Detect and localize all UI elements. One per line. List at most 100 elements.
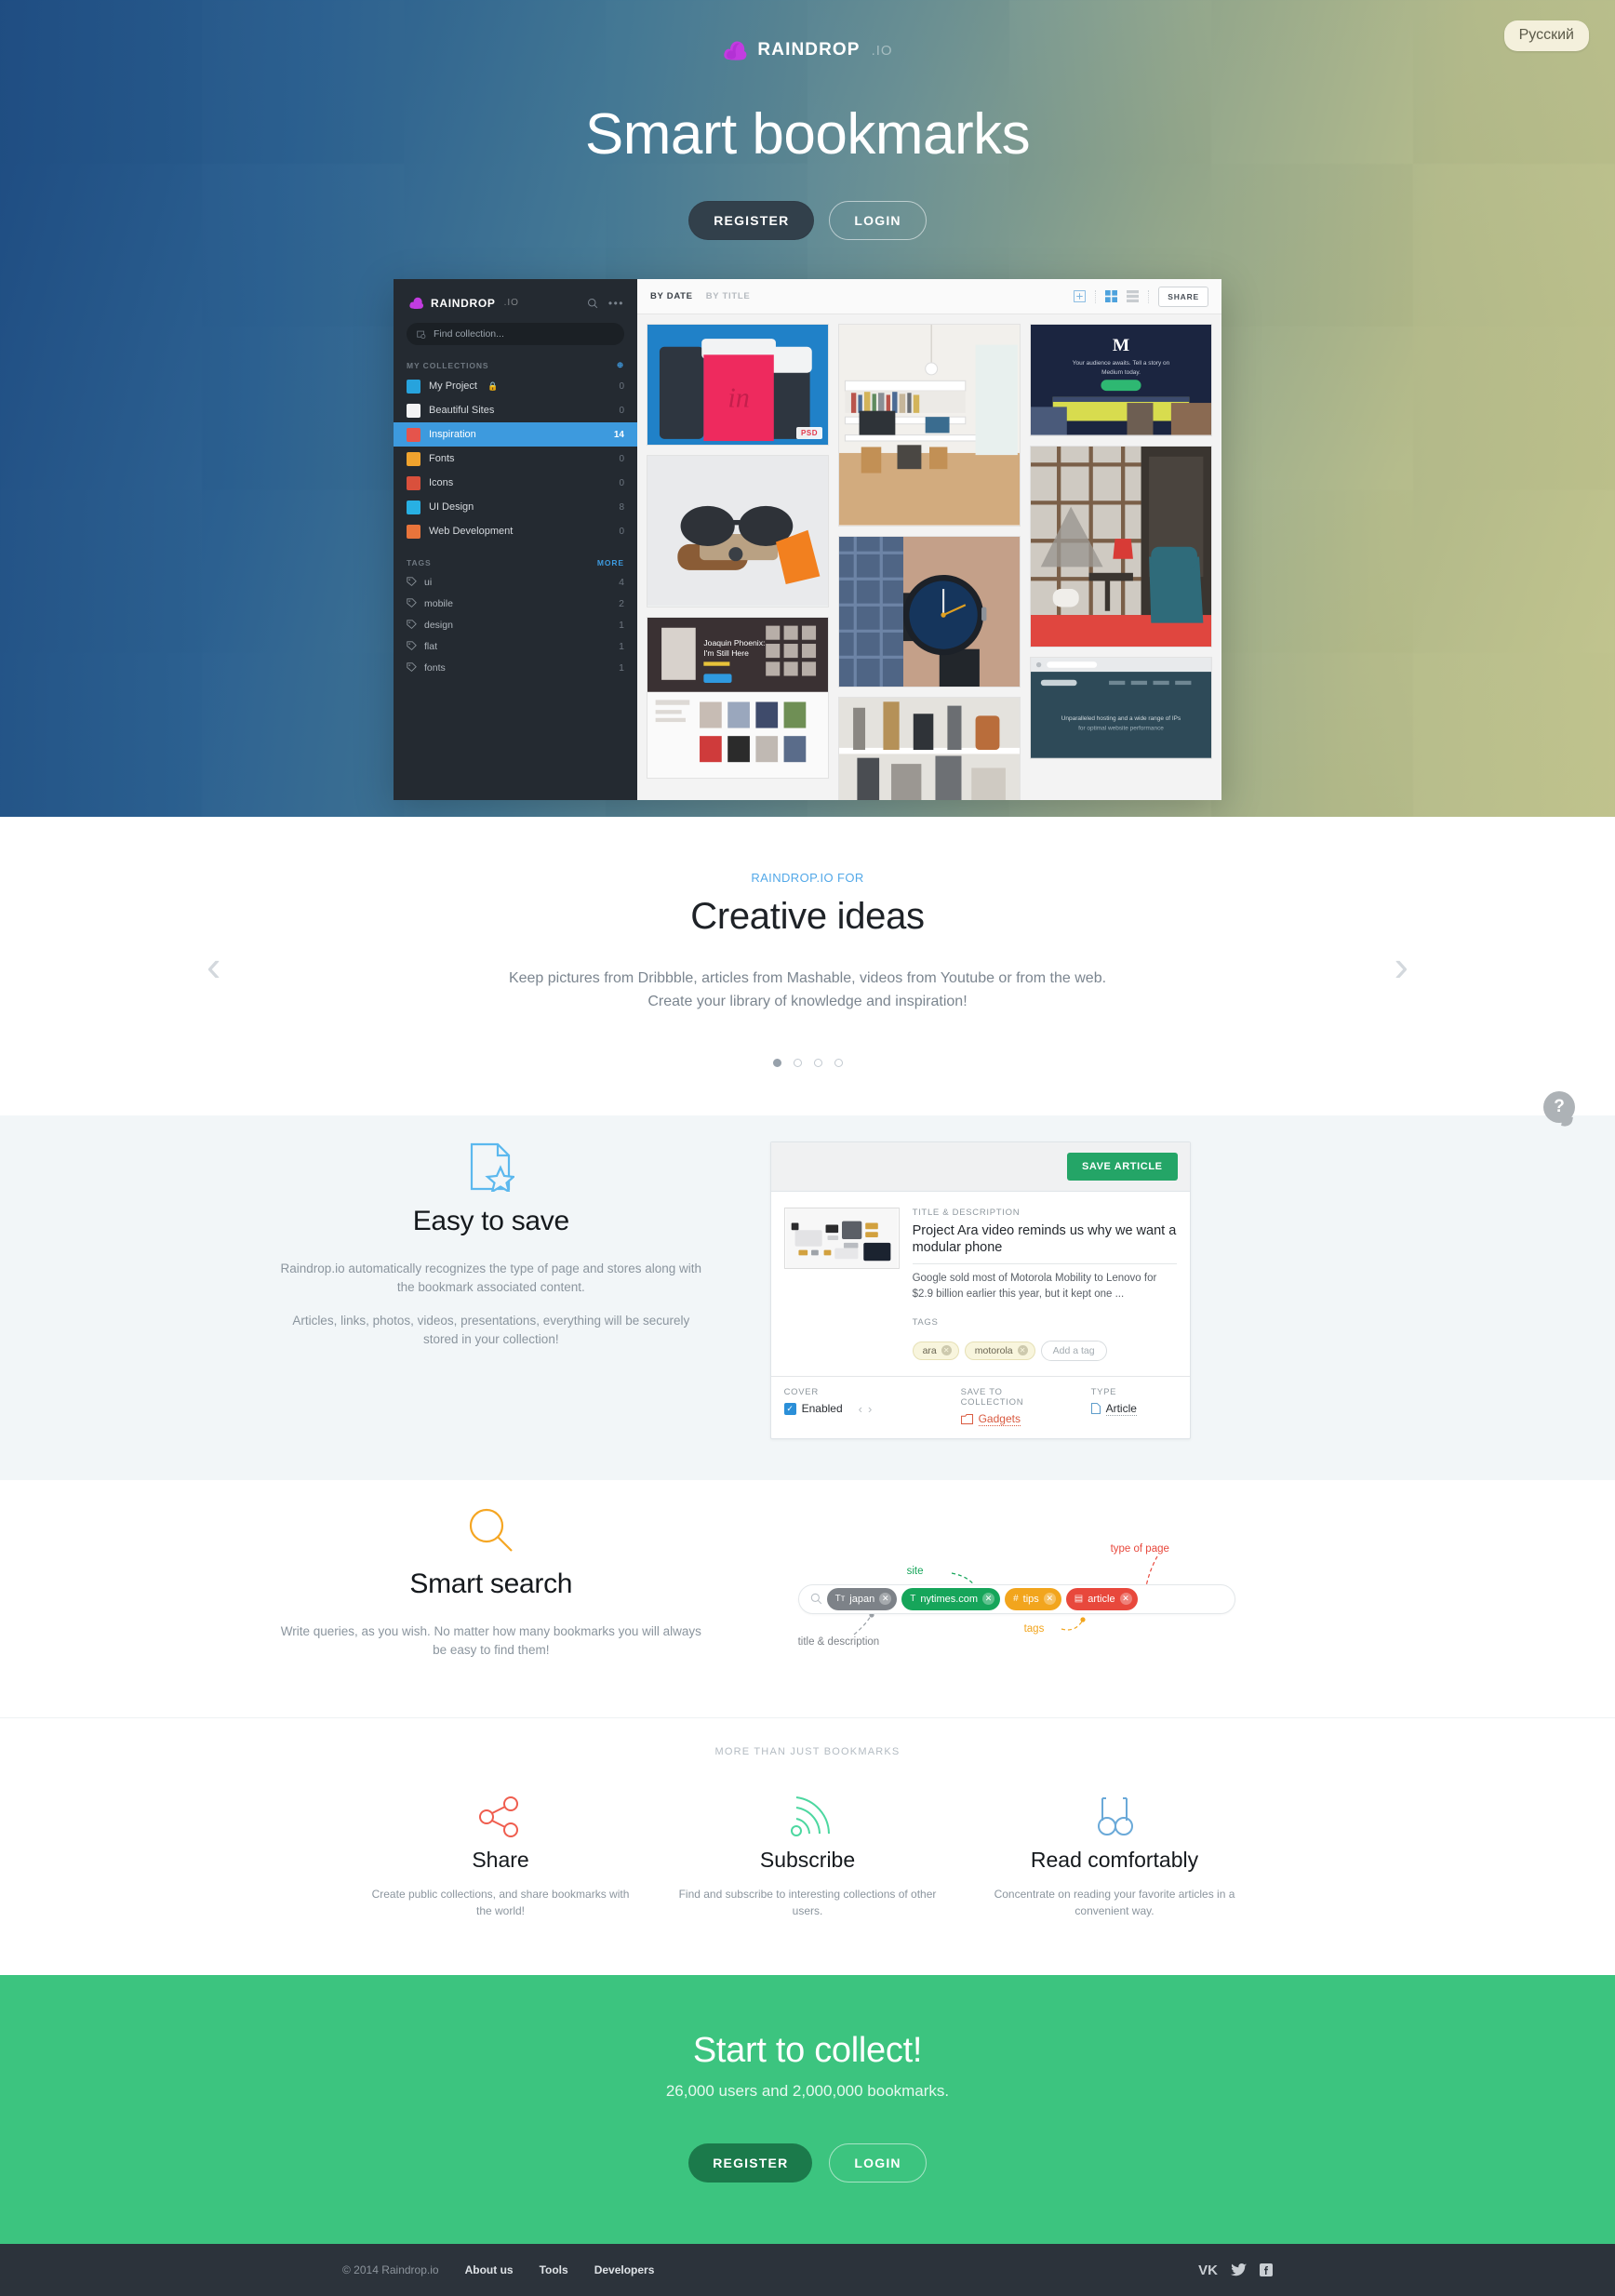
bookmark-card[interactable] [647, 455, 829, 607]
collection-item[interactable]: Beautiful Sites 0 [394, 398, 637, 422]
add-tag-input[interactable]: Add a tag [1040, 1340, 1107, 1361]
collection-item[interactable]: Fonts 0 [394, 447, 637, 471]
carousel-eyebrow: RAINDROP.IO FOR [751, 871, 864, 885]
search-pill[interactable]: Tnytimes.com ✕ [901, 1587, 1001, 1610]
site-footer: © 2014 Raindrop.io About us Tools Develo… [0, 2244, 1615, 2296]
toolbar-divider-1 [1095, 289, 1097, 303]
bookmark-card[interactable]: M Your audience awaits. Tell a story on … [1030, 324, 1212, 436]
carousel-dot[interactable] [793, 1058, 802, 1067]
language-switch-button[interactable]: Русский [1503, 20, 1589, 51]
bookmark-card[interactable]: Joaquin Phoenix: I'm Still Here [647, 616, 829, 780]
carousel-dot[interactable] [813, 1058, 822, 1067]
save-panel-thumbnail [783, 1207, 900, 1269]
hero-login-button[interactable]: LOGIN [829, 201, 927, 240]
bookmark-card[interactable] [838, 324, 1021, 527]
search-input-bar[interactable]: Tт japan ✕ Tnytimes.com ✕ # tips ✕ ▤ article ✕ [797, 1583, 1235, 1614]
bookmark-card[interactable] [1030, 445, 1212, 648]
footer-link-about-us[interactable]: About us [465, 2263, 514, 2276]
collection-item[interactable]: Icons 0 [394, 471, 637, 495]
carousel-dot[interactable] [772, 1058, 781, 1067]
collection-icon [407, 427, 420, 442]
save-panel-tag-label: motorola [974, 1344, 1013, 1356]
bookmark-card[interactable] [838, 535, 1021, 688]
svg-text:I'm Still Here: I'm Still Here [703, 648, 749, 658]
remove-pill-icon[interactable]: ✕ [982, 1593, 995, 1606]
remove-tag-icon[interactable]: ✕ [941, 1345, 952, 1356]
sort-by-title-button[interactable]: BY TITLE [706, 291, 751, 301]
app-toolbar: BY DATE BY TITLE SHARE [637, 279, 1221, 314]
hero-register-button[interactable]: REGISTER [688, 201, 815, 240]
search-pill-label: article [1088, 1593, 1115, 1605]
article-description[interactable]: Google sold most of Motorola Mobility to… [913, 1264, 1177, 1302]
help-icon[interactable]: ? [1543, 1091, 1575, 1123]
article-title[interactable]: Project Ara video reminds us why we want… [912, 1222, 1177, 1265]
tags-list: ui 4 mobile 2 design 1 flat 1 fonts 1 [394, 571, 637, 678]
cta-login-button[interactable]: LOGIN [829, 2143, 927, 2183]
collection-item[interactable]: My Project 🔒 0 [394, 374, 637, 398]
sort-by-date-button[interactable]: BY DATE [650, 291, 693, 301]
save-panel-tag[interactable]: ara ✕ [912, 1341, 959, 1360]
app-sidebar: RAINDROP .IO ••• Find collection... MY C… [394, 279, 637, 800]
bookmark-card[interactable]: in PSD [647, 324, 829, 447]
cover-nav-arrows[interactable]: ‹› [859, 1402, 878, 1416]
bookmark-card[interactable]: Unparalleled hosting and a wide range of… [1030, 657, 1212, 759]
cover-enabled-text: Enabled [801, 1402, 843, 1416]
grid-view-icon[interactable] [1105, 290, 1118, 302]
more-than-bookmarks-section: MORE THAN JUST BOOKMARKS Share Create pu… [0, 1717, 1615, 1976]
find-collection-input[interactable]: Find collection... [407, 323, 624, 345]
collection-value[interactable]: Gadgets [978, 1412, 1021, 1426]
list-view-icon[interactable] [1127, 290, 1140, 302]
app-sidebar-header: RAINDROP .IO ••• [394, 279, 637, 319]
carousel-dot[interactable] [834, 1058, 843, 1067]
collection-item[interactable]: UI Design 8 [394, 495, 637, 519]
add-bookmark-icon[interactable] [1074, 290, 1087, 302]
remove-tag-icon[interactable]: ✕ [1017, 1345, 1028, 1356]
site-logo[interactable]: RAINDROP .IO [722, 39, 892, 61]
bookmark-card[interactable] [838, 697, 1021, 800]
save-panel-tag[interactable]: motorola ✕ [964, 1341, 1035, 1360]
tag-label: fonts [424, 661, 446, 674]
search-pill[interactable]: # tips ✕ [1005, 1587, 1061, 1610]
carousel-next-arrow[interactable]: › [1395, 944, 1408, 987]
collection-item[interactable]: Inspiration 14 [394, 422, 637, 447]
search-icon[interactable] [587, 298, 598, 309]
collection-item[interactable]: Web Development 0 [394, 519, 637, 543]
add-collection-icon[interactable]: ⊕ [617, 360, 624, 370]
save-to-collection-label: SAVE TO COLLECTION [960, 1386, 1024, 1408]
search-pill[interactable]: ▤ article ✕ [1065, 1587, 1138, 1610]
footer-link-developers[interactable]: Developers [594, 2263, 655, 2276]
remove-pill-icon[interactable]: ✕ [1043, 1593, 1056, 1606]
my-collections-header: MY COLLECTIONS ⊕ [407, 360, 624, 370]
vk-icon[interactable]: VK [1198, 2263, 1218, 2278]
save-article-button[interactable]: SAVE ARTICLE [1066, 1152, 1178, 1181]
carousel-prev-arrow[interactable]: ‹ [207, 944, 220, 987]
facebook-icon[interactable] [1260, 2263, 1273, 2277]
tag-item[interactable]: design 1 [394, 614, 637, 635]
collection-label: Fonts [429, 453, 455, 464]
cover-label: COVER [783, 1386, 819, 1397]
tag-item[interactable]: mobile 2 [394, 593, 637, 614]
logo-text: RAINDROP [757, 40, 861, 60]
card-thumbnail-hosting: Unparalleled hosting and a wide range of… [1031, 658, 1211, 758]
share-button[interactable]: SHARE [1158, 286, 1208, 307]
collection-icon [407, 403, 420, 418]
tag-item[interactable]: flat 1 [394, 635, 637, 657]
collection-label: Web Development [429, 526, 514, 537]
tag-item[interactable]: ui 4 [394, 571, 637, 593]
more-options-icon[interactable]: ••• [608, 298, 624, 309]
tag-item[interactable]: fonts 1 [394, 657, 637, 678]
cover-enabled-checkbox[interactable]: ✓ [783, 1402, 796, 1415]
tag-count: 2 [619, 597, 624, 609]
tags-more-link[interactable]: MORE [597, 558, 624, 567]
cta-register-button[interactable]: REGISTER [688, 2143, 813, 2183]
type-value[interactable]: Article [1105, 1402, 1137, 1416]
remove-pill-icon[interactable]: ✕ [879, 1593, 892, 1606]
search-pill[interactable]: Tт japan ✕ [826, 1587, 898, 1610]
tag-icon [407, 662, 417, 673]
collection-count: 0 [619, 526, 624, 537]
footer-link-tools[interactable]: Tools [540, 2263, 568, 2276]
twitter-icon[interactable] [1231, 2263, 1247, 2276]
article-type-icon [1090, 1403, 1101, 1415]
remove-pill-icon[interactable]: ✕ [1119, 1593, 1132, 1606]
card-thumbnail-medium: M Your audience awaits. Tell a story on … [1031, 325, 1211, 435]
